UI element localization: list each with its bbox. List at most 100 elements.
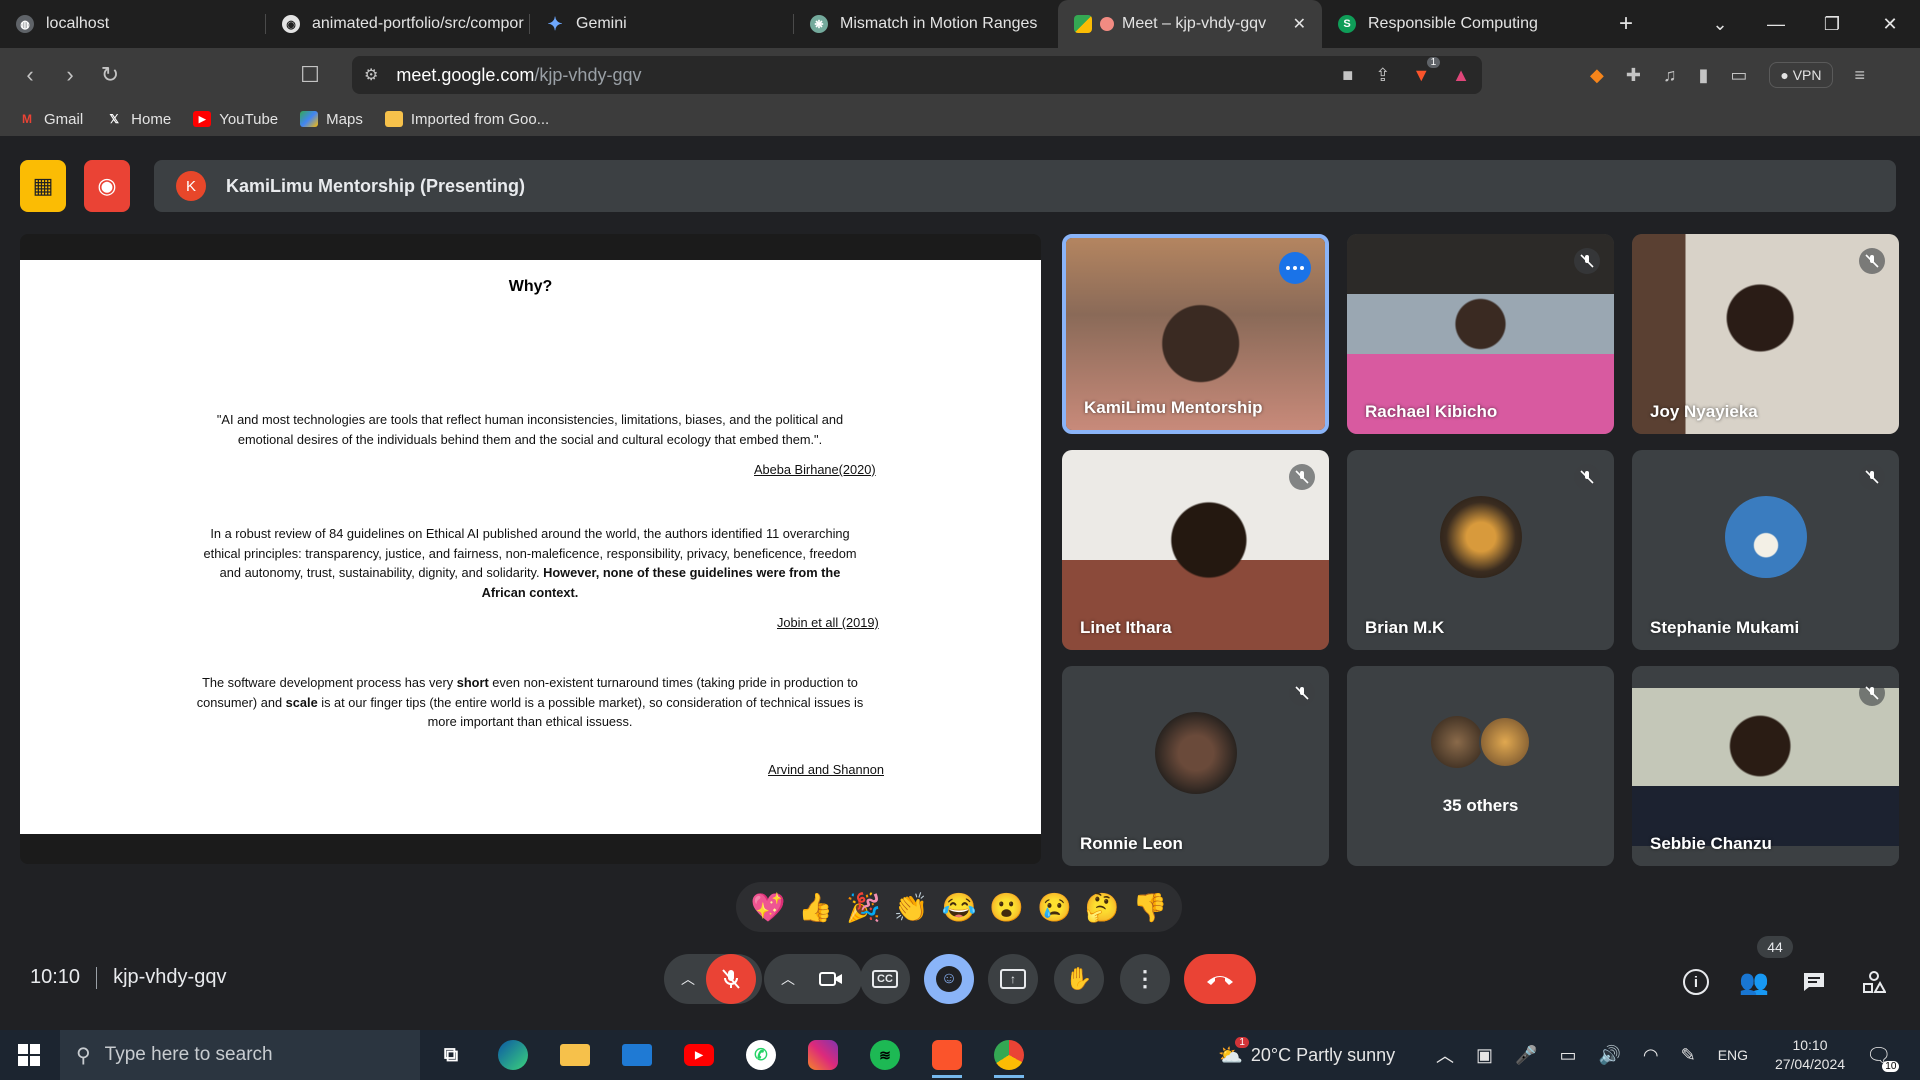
forward-icon[interactable]: › [50,55,90,95]
reload-icon[interactable]: ↻ [90,55,130,95]
participant-tile-linet[interactable]: Linet Ithara [1062,450,1329,650]
wifi-icon[interactable]: ◠ [1643,1045,1659,1066]
leave-call-button[interactable] [1184,954,1256,1004]
mail-icon[interactable] [614,1036,660,1074]
reaction-laughing[interactable]: 😂 [942,891,977,924]
vpn-button[interactable]: ● VPN [1769,62,1833,88]
participant-tile-others[interactable]: 35 others [1347,666,1614,866]
youtube-app-icon[interactable]: ▶ [676,1036,722,1074]
language-indicator[interactable]: ENG [1718,1047,1748,1063]
restore-button[interactable]: ❐ [1804,0,1860,48]
s-icon: S [1338,15,1356,33]
tab-gemini[interactable]: ✦ Gemini [530,0,794,48]
volume-icon[interactable]: 🔊 [1598,1045,1620,1066]
reactions-button[interactable]: ☺ [924,954,974,1004]
activities-button[interactable] [1852,960,1896,1004]
chat-button[interactable] [1792,960,1836,1004]
taskbar-search[interactable]: ⚲ Type here to search [60,1030,420,1080]
brave-shield-icon[interactable]: ▼ 1 [1412,56,1441,86]
wallet-icon[interactable]: ▭ [1730,65,1747,86]
reaction-sparkling-heart[interactable]: 💖 [750,891,785,924]
extensions-icon[interactable]: ✚ [1626,65,1641,86]
bookmark-gmail[interactable]: M Gmail [18,111,83,128]
bookmark-maps[interactable]: Maps [300,111,363,128]
bookmark-label: Home [131,110,172,128]
metamask-icon[interactable]: ◆ [1590,65,1604,86]
spotify-icon[interactable]: ≋ [862,1036,908,1074]
menu-icon[interactable]: ≡ [1855,65,1866,86]
start-button[interactable] [0,1030,58,1080]
raise-hand-button[interactable]: ✋ [1054,954,1104,1004]
avatar [1154,712,1237,794]
reaction-crying[interactable]: 😢 [1037,891,1072,924]
bookmark-home[interactable]: 𝕏 Home [105,111,171,128]
sidebar-icon[interactable]: ▮ [1698,65,1708,86]
clock[interactable]: 10:10 27/04/2024 [1760,1036,1860,1074]
close-window-button[interactable]: ✕ [1862,0,1918,48]
notifications-button[interactable]: 🗨 10 [1866,1030,1900,1080]
present-button[interactable]: ↑ [988,954,1038,1004]
whatsapp-icon[interactable]: ✆ [738,1036,784,1074]
back-icon[interactable]: ‹ [10,55,50,95]
media-icon[interactable]: ♫ [1663,65,1677,86]
more-options-button[interactable]: ⋮ [1120,954,1170,1004]
mic-off-button[interactable] [706,954,756,1004]
instagram-icon[interactable] [800,1036,846,1074]
battery-icon[interactable]: ▭ [1559,1045,1576,1066]
tab-chatgpt[interactable]: ❋ Mismatch in Motion Ranges [794,0,1058,48]
recording-button[interactable]: ◉ [84,160,130,212]
participant-tile-ronnie[interactable]: Ronnie Leon [1062,666,1329,866]
microphone-icon[interactable]: 🎤 [1515,1045,1537,1066]
avatar [1479,716,1531,768]
mic-options-chevron-icon[interactable]: ︿ [670,969,706,989]
reaction-surprised[interactable]: 😮 [989,891,1024,924]
edge-icon[interactable] [490,1036,536,1074]
bookmark-youtube[interactable]: ▶ YouTube [193,111,278,128]
reaction-party-popper[interactable]: 🎉 [846,891,881,924]
pen-icon[interactable]: ✎ [1681,1045,1696,1066]
camera-options-chevron-icon[interactable]: ︿ [770,969,806,989]
participant-tile-joy[interactable]: Joy Nyayieka [1632,234,1899,434]
meeting-details-button[interactable]: i [1674,960,1718,1004]
reaction-thinking[interactable]: 🤔 [1085,891,1120,924]
captions-button[interactable]: CC [860,954,910,1004]
vpn-label: VPN [1792,67,1822,83]
site-settings-icon[interactable]: ⚙ [364,65,378,85]
tab-localhost[interactable]: ◍ localhost [0,0,266,48]
tab-search-icon[interactable]: ⌄ [1692,0,1748,48]
windows-logo-icon [18,1044,40,1066]
bookmark-folder[interactable]: Imported from Goo... [384,111,549,128]
chrome-icon[interactable] [986,1036,1032,1078]
people-button[interactable]: 👥 [1732,960,1776,1004]
minimize-button[interactable]: — [1748,0,1804,48]
camera-icon[interactable]: ■ [1342,65,1353,86]
participant-tile-rachael[interactable]: Rachael Kibicho [1347,234,1614,434]
brave-browser-icon[interactable] [924,1036,970,1078]
participant-tile-stephanie[interactable]: Stephanie Mukami [1632,450,1899,650]
tab-responsible-computing[interactable]: S Responsible Computing [1322,0,1588,48]
meet-tray-icon[interactable]: ▣ [1476,1045,1493,1066]
share-icon[interactable]: ⇪ [1375,65,1390,86]
meeting-code: kjp-vhdy-gqv [113,966,227,988]
weather-widget[interactable]: ⛅ 1 20°C Partly sunny [1218,1030,1395,1080]
participant-tile-kamilimu[interactable]: KamiLimu Mentorship [1062,234,1329,434]
task-view-icon[interactable]: ⧉ [428,1036,474,1074]
reaction-clapping[interactable]: 👏 [894,891,929,924]
companion-mode-icon[interactable]: ▦ [20,160,66,212]
reaction-thumbs-down[interactable]: 👎 [1133,891,1168,924]
address-bar[interactable]: ⚙ meet.google.com/kjp-vhdy-gqv ■ ⇪ ▼ 1 ▲ [352,56,1482,94]
bookmark-icon[interactable]: ☐ [290,55,330,95]
new-tab-button[interactable]: + [1606,10,1646,38]
paragraph-guidelines: In a robust review of 84 guidelines on E… [203,526,857,600]
reaction-thumbs-up[interactable]: 👍 [798,891,833,924]
tab-github[interactable]: ◉ animated-portfolio/src/compor [266,0,530,48]
file-explorer-icon[interactable] [552,1036,598,1074]
tab-meet[interactable]: Meet – kjp-vhdy-gqv ✕ [1058,0,1322,48]
camera-button[interactable] [806,954,856,1004]
show-hidden-icons-chevron[interactable]: ︿ [1436,1042,1454,1068]
presenting-banner[interactable]: K KamiLimu Mentorship (Presenting) [154,160,1896,212]
participant-tile-sebbie[interactable]: Sebbie Chanzu [1632,666,1899,866]
participant-tile-brian[interactable]: Brian M.K [1347,450,1614,650]
close-tab-icon[interactable]: ✕ [1293,14,1306,34]
brave-rewards-icon[interactable]: ▲ [1452,65,1470,86]
